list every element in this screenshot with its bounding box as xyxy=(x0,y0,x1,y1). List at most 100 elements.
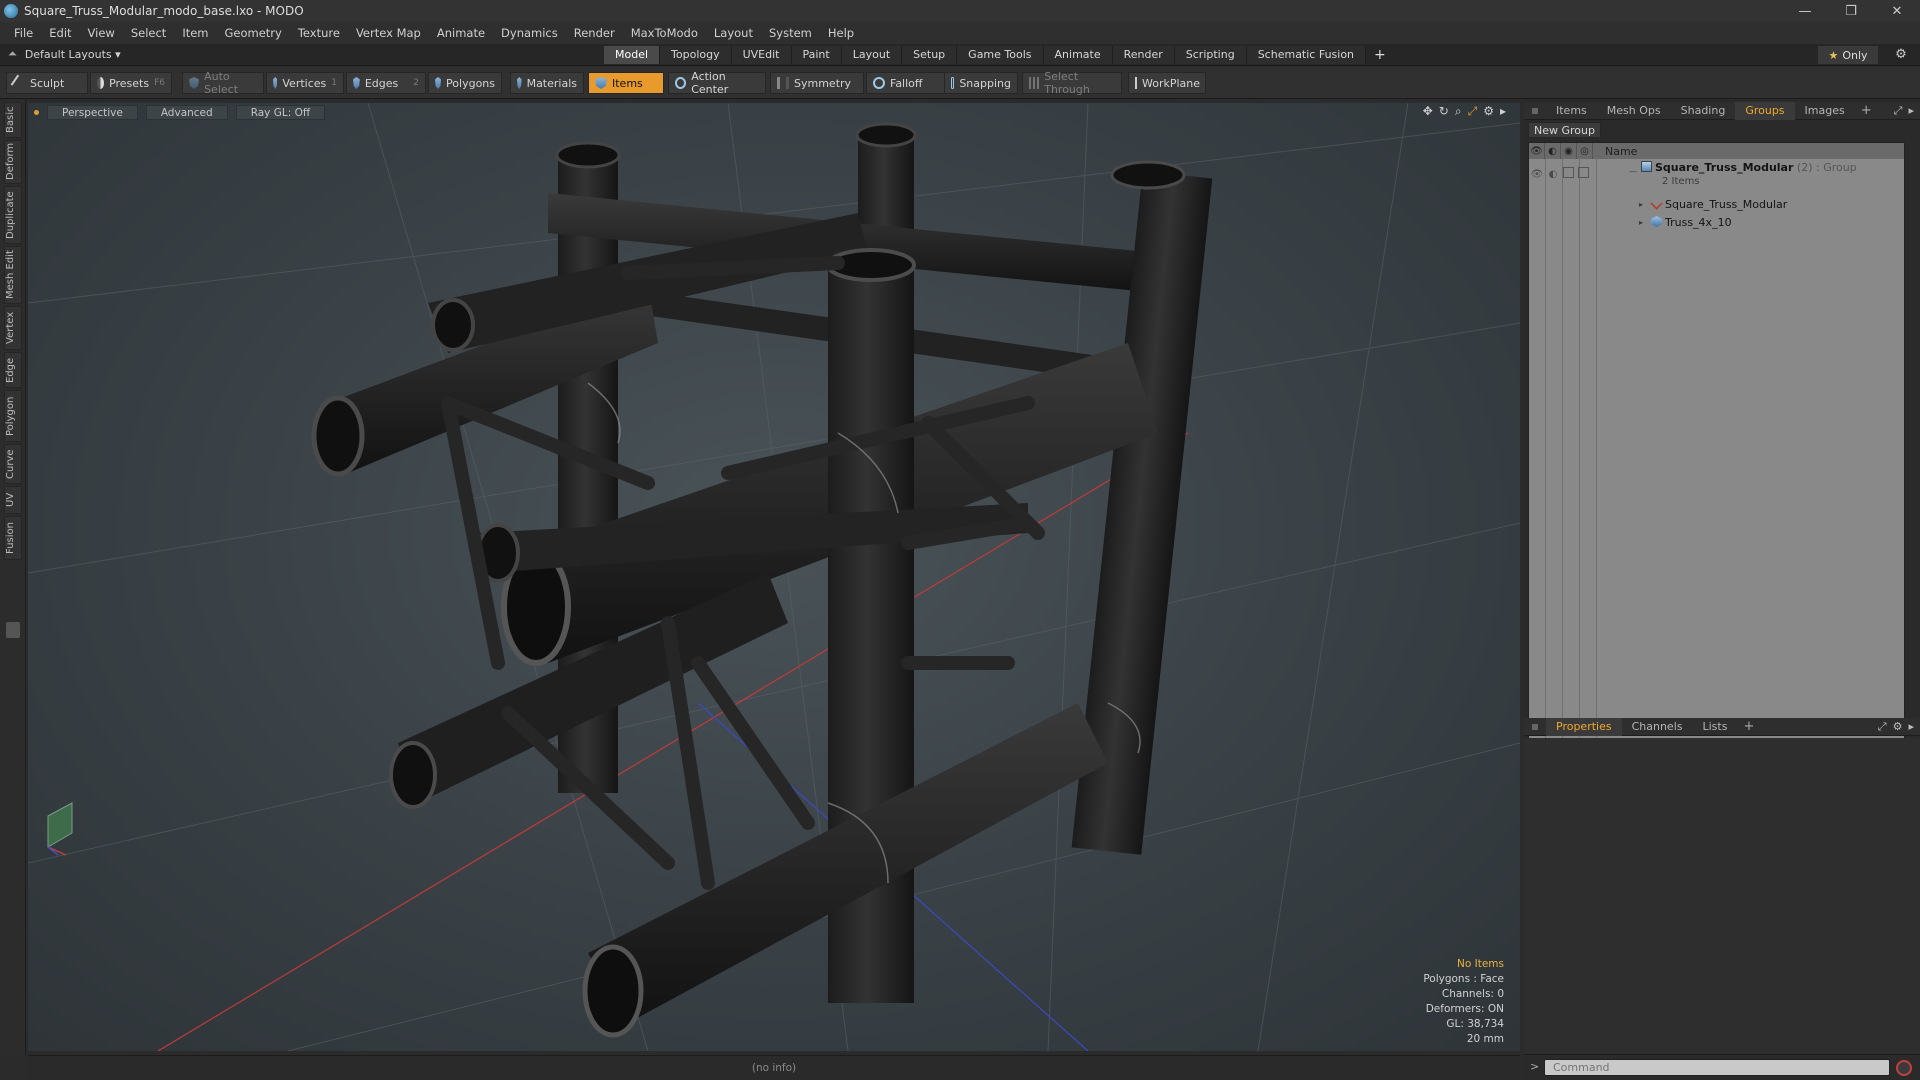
name-column-header[interactable]: Name xyxy=(1593,145,1637,158)
edges-button[interactable]: Edges 2 xyxy=(346,72,426,94)
viewport-gear-icon[interactable]: ⚙ xyxy=(1483,104,1494,119)
add-tab-button[interactable]: + xyxy=(1366,46,1394,64)
properties-menu-dot[interactable] xyxy=(1532,723,1538,730)
presets-button[interactable]: Presets F6 xyxy=(90,72,172,94)
close-button[interactable]: ✕ xyxy=(1874,0,1920,22)
rotate-view-icon[interactable]: ↻ xyxy=(1439,104,1449,119)
menu-item[interactable]: Item xyxy=(174,26,216,40)
polygons-button[interactable]: Polygons xyxy=(428,72,502,94)
menu-view[interactable]: View xyxy=(80,26,123,40)
vtab-basic[interactable]: Basic xyxy=(4,102,22,138)
lock-column-icon[interactable]: ◉ xyxy=(1561,143,1577,159)
vtab-fusion[interactable]: Fusion xyxy=(4,516,22,560)
command-input[interactable] xyxy=(1544,1059,1890,1076)
group-visibility-eye-icon[interactable]: 👁 xyxy=(1529,167,1545,181)
panel-expand-icon[interactable]: ⤢ xyxy=(1894,104,1903,118)
vtab-deform[interactable]: Deform xyxy=(4,140,22,184)
tab-layout[interactable]: Layout xyxy=(841,46,903,64)
group-lock-icon[interactable] xyxy=(1563,167,1574,178)
vtab-edge[interactable]: Edge xyxy=(4,352,22,388)
group-child-row[interactable]: ▸ Truss_4x_10 xyxy=(1529,215,1904,231)
menu-render[interactable]: Render xyxy=(566,26,623,40)
tab-lists[interactable]: Lists xyxy=(1693,718,1738,736)
tab-schematic-fusion[interactable]: Schematic Fusion xyxy=(1246,46,1367,64)
workplane-button[interactable]: WorkPlane xyxy=(1128,72,1206,94)
materials-button[interactable]: Materials xyxy=(510,72,584,94)
tab-model[interactable]: Model xyxy=(604,46,661,64)
vtab-uv[interactable]: UV xyxy=(4,486,22,514)
properties-gear-icon[interactable]: ⚙ xyxy=(1893,720,1903,734)
properties-arrow-icon[interactable]: ▸ xyxy=(1908,720,1914,734)
vtab-mesh-edit[interactable]: Mesh Edit xyxy=(4,246,22,304)
action-center-button[interactable]: Action Center xyxy=(668,70,766,96)
tab-paint[interactable]: Paint xyxy=(791,46,842,64)
tab-mesh-ops[interactable]: Mesh Ops xyxy=(1597,102,1671,120)
tab-uvedit[interactable]: UVEdit xyxy=(731,46,792,64)
properties-expand-icon[interactable]: ⤢ xyxy=(1878,720,1887,734)
select-column-icon[interactable]: ◎ xyxy=(1577,143,1593,159)
viewport-menu-dot[interactable] xyxy=(34,109,39,115)
menu-texture[interactable]: Texture xyxy=(290,26,348,40)
tab-render[interactable]: Render xyxy=(1112,46,1175,64)
menu-geometry[interactable]: Geometry xyxy=(217,26,290,40)
menu-layout[interactable]: Layout xyxy=(706,26,761,40)
minimize-button[interactable]: — xyxy=(1782,0,1828,22)
menu-dynamics[interactable]: Dynamics xyxy=(493,26,566,40)
snapping-button[interactable]: Snapping xyxy=(944,72,1018,94)
menu-select[interactable]: Select xyxy=(123,26,174,40)
3d-viewport[interactable]: Perspective Advanced Ray GL: Off ✥ ↻ ⌕ ⤢… xyxy=(28,103,1520,1051)
move-view-icon[interactable]: ✥ xyxy=(1423,104,1433,119)
vtab-duplicate[interactable]: Duplicate xyxy=(4,186,22,244)
tab-topology[interactable]: Topology xyxy=(660,46,732,64)
menu-maxtomodo[interactable]: MaxToModo xyxy=(623,26,706,40)
layout-dropdown[interactable]: Default Layouts ▾ xyxy=(25,48,121,61)
tab-groups[interactable]: Groups xyxy=(1735,101,1795,120)
vertices-button[interactable]: Vertices 1 xyxy=(266,72,344,94)
zoom-view-icon[interactable]: ⌕ xyxy=(1455,104,1462,119)
tab-items[interactable]: Items xyxy=(1546,102,1597,120)
panel-arrow-icon[interactable]: ▸ xyxy=(1908,104,1914,118)
only-toggle[interactable]: ★ Only xyxy=(1818,46,1878,64)
group-render-icon[interactable]: ◐ xyxy=(1545,167,1561,181)
vtab-polygon[interactable]: Polygon xyxy=(4,390,22,442)
vtab-curve[interactable]: Curve xyxy=(4,444,22,484)
visibility-column-eye-icon[interactable]: 👁 xyxy=(1529,143,1545,159)
palette-toggle-icon[interactable] xyxy=(6,622,20,638)
auto-select-button[interactable]: Auto Select xyxy=(182,70,264,96)
menu-animate[interactable]: Animate xyxy=(429,26,493,40)
child-expand-chevron-icon[interactable]: ▸ xyxy=(1639,200,1643,209)
sculpt-button[interactable]: Sculpt xyxy=(6,72,88,94)
viewport-expand-icon[interactable]: ▸ xyxy=(1500,104,1506,119)
command-history-arrow-icon[interactable]: > xyxy=(1530,1060,1539,1073)
tab-scripting[interactable]: Scripting xyxy=(1174,46,1247,64)
symmetry-button[interactable]: Symmetry xyxy=(770,72,864,94)
collapse-up-icon[interactable]: ⏶ xyxy=(8,47,17,61)
tab-animate[interactable]: Animate xyxy=(1043,46,1113,64)
tab-images[interactable]: Images xyxy=(1795,102,1855,120)
group-collapse-chevron-icon[interactable]: — xyxy=(1629,167,1637,176)
group-select-icon[interactable] xyxy=(1578,167,1589,178)
add-properties-tab-button[interactable]: + xyxy=(1737,719,1760,734)
maximize-button[interactable]: ❐ xyxy=(1828,0,1874,22)
child-expand-chevron-icon[interactable]: ▸ xyxy=(1639,218,1643,227)
falloff-button[interactable]: Falloff xyxy=(866,72,948,94)
menu-help[interactable]: Help xyxy=(820,26,862,40)
new-group-button[interactable]: New Group xyxy=(1528,122,1601,138)
items-button[interactable]: Items xyxy=(588,72,664,94)
tab-properties[interactable]: Properties xyxy=(1546,717,1622,736)
tab-shading[interactable]: Shading xyxy=(1671,102,1736,120)
vtab-vertex[interactable]: Vertex xyxy=(4,306,22,350)
group-child-row[interactable]: ▸ Square_Truss_Modular xyxy=(1529,197,1904,213)
menu-edit[interactable]: Edit xyxy=(41,26,79,40)
raygl-toggle[interactable]: Ray GL: Off xyxy=(235,104,326,120)
record-macro-icon[interactable] xyxy=(1896,1060,1912,1076)
fit-view-icon[interactable]: ⤢ xyxy=(1468,104,1478,119)
tab-channels[interactable]: Channels xyxy=(1622,718,1693,736)
gear-icon[interactable]: ⚙ xyxy=(1890,46,1912,64)
select-through-button[interactable]: Select Through xyxy=(1022,70,1122,96)
menu-system[interactable]: System xyxy=(761,26,820,40)
tab-setup[interactable]: Setup xyxy=(902,46,958,64)
menu-vertex-map[interactable]: Vertex Map xyxy=(348,26,429,40)
add-panel-tab-button[interactable]: + xyxy=(1855,103,1878,118)
perspective-dropdown[interactable]: Perspective xyxy=(47,104,138,120)
